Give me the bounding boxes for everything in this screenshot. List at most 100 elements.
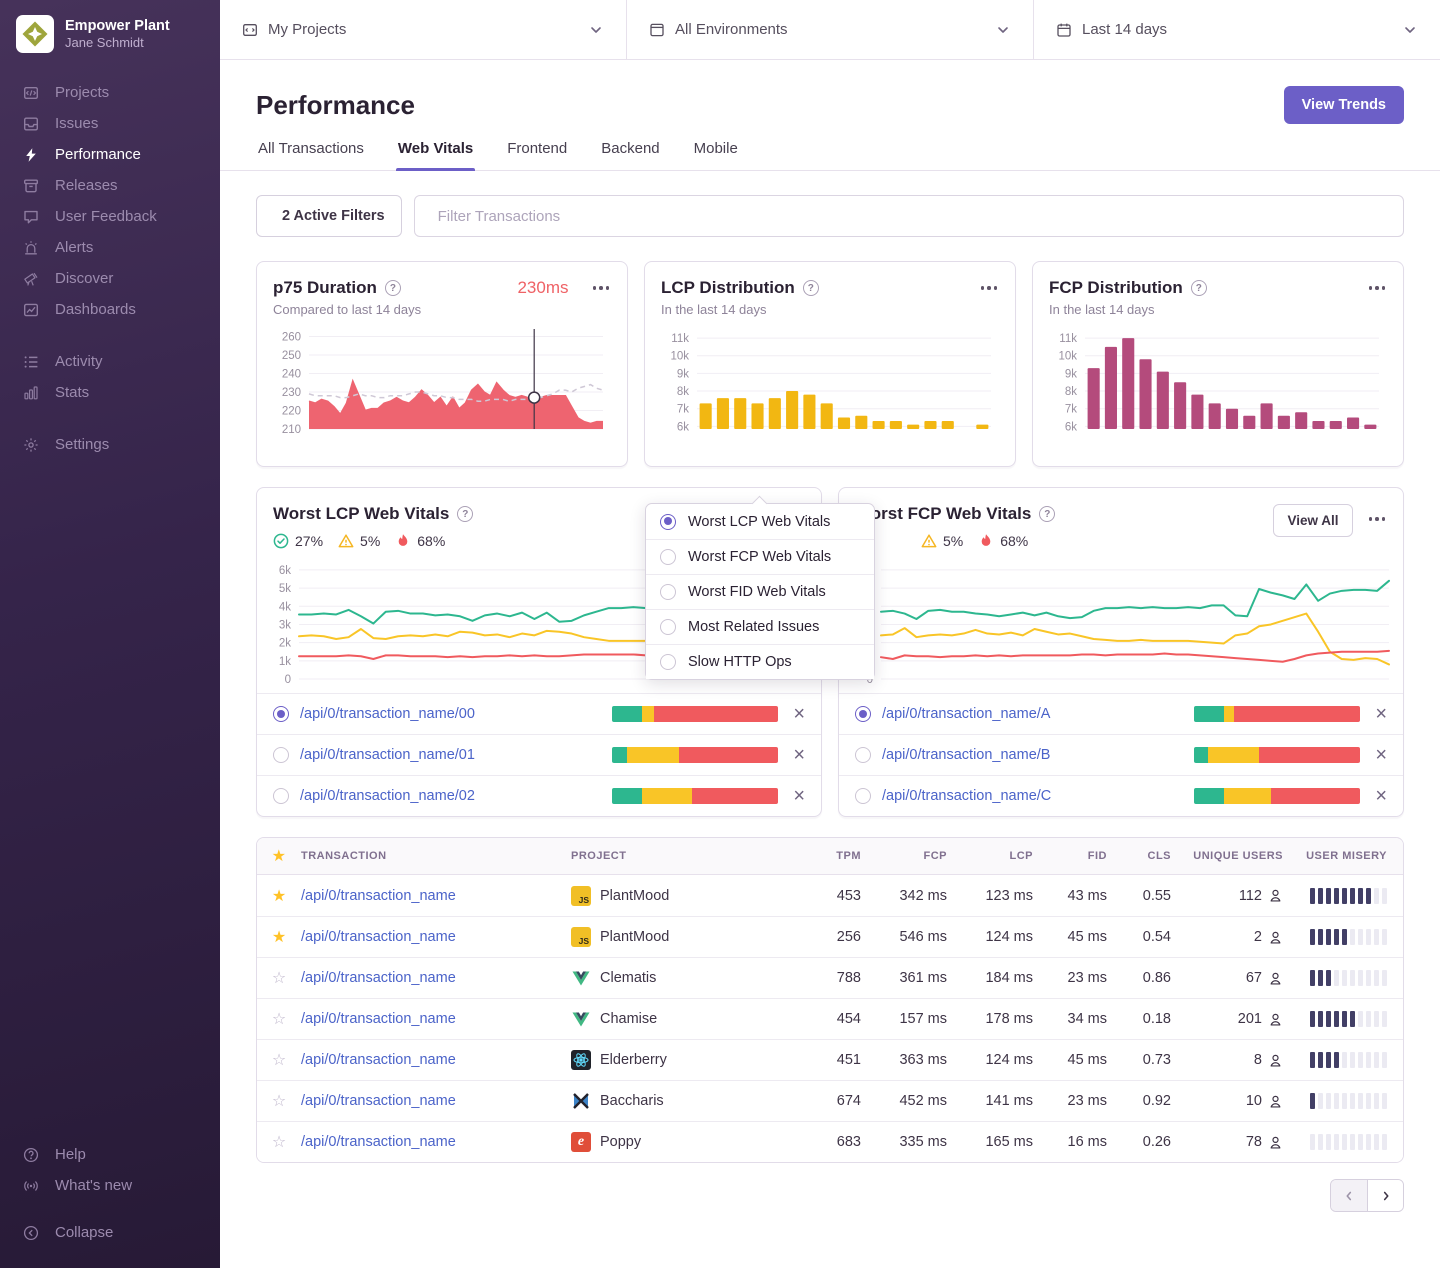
transaction-link[interactable]: /api/0/transaction_name <box>301 929 571 945</box>
transaction-radio[interactable] <box>855 747 871 763</box>
column-header-transaction[interactable]: TRANSACTION <box>301 850 571 862</box>
sidebar-item-discover[interactable]: Discover <box>0 263 220 294</box>
column-header-user-misery[interactable]: USER MISERY <box>1293 850 1403 862</box>
sidebar-item-releases[interactable]: Releases <box>0 170 220 201</box>
sidebar-item-settings[interactable]: Settings <box>0 429 220 460</box>
overflow-menu-icon[interactable] <box>591 282 612 294</box>
overflow-menu-icon[interactable] <box>1367 282 1388 294</box>
p75-duration-chart[interactable]: 260250240230220210 <box>273 325 611 443</box>
project-cell[interactable]: Clematis <box>571 968 811 988</box>
close-icon[interactable]: × <box>793 745 805 765</box>
menu-item-worst-fcp-web-vitals[interactable]: Worst FCP Web Vitals <box>646 539 874 574</box>
sidebar-item-activity[interactable]: Activity <box>0 346 220 377</box>
transaction-link[interactable]: /api/0/transaction_name <box>301 1093 571 1109</box>
transaction-radio[interactable] <box>273 706 289 722</box>
column-header-lcp[interactable]: LCP <box>953 850 1039 862</box>
tab-all-transactions[interactable]: All Transactions <box>256 140 366 170</box>
transaction-radio[interactable] <box>273 788 289 804</box>
sidebar-item-user-feedback[interactable]: User Feedback <box>0 201 220 232</box>
column-header-tpm[interactable]: TPM <box>811 850 867 862</box>
help-icon[interactable] <box>803 280 819 296</box>
transaction-link[interactable]: /api/0/transaction_name/01 <box>300 747 601 763</box>
transaction-radio[interactable] <box>855 788 871 804</box>
menu-item-radio[interactable] <box>660 619 676 635</box>
overflow-menu-icon[interactable] <box>1367 513 1388 525</box>
sidebar-item-issues[interactable]: Issues <box>0 108 220 139</box>
star-toggle[interactable]: ★ <box>257 886 301 906</box>
tab-mobile[interactable]: Mobile <box>692 140 740 170</box>
close-icon[interactable]: × <box>1375 786 1387 806</box>
daterange-selector[interactable]: Last 14 days <box>1033 0 1440 59</box>
project-cell[interactable]: Elderberry <box>571 1050 811 1070</box>
org-switcher[interactable]: Empower Plant Jane Schmidt <box>0 0 220 65</box>
project-selector[interactable]: My Projects <box>220 0 626 59</box>
worst-fcp-web-vitals-chart[interactable]: 6k5k4k3k2k1k0 <box>839 553 1403 693</box>
menu-item-slow-http-ops[interactable]: Slow HTTP Ops <box>646 644 874 679</box>
active-filters-button[interactable]: 2 Active Filters <box>256 195 402 237</box>
help-icon[interactable] <box>1191 280 1207 296</box>
transaction-link[interactable]: /api/0/transaction_name/C <box>882 788 1183 804</box>
menu-item-worst-fid-web-vitals[interactable]: Worst FID Web Vitals <box>646 574 874 609</box>
star-toggle[interactable]: ★ <box>257 927 301 947</box>
project-cell[interactable]: ePoppy <box>571 1132 811 1152</box>
star-toggle[interactable]: ☆ <box>257 1091 301 1111</box>
view-all-button[interactable]: View All <box>1273 504 1352 537</box>
sidebar-item-dashboards[interactable]: Dashboards <box>0 294 220 325</box>
previous-page-button[interactable] <box>1331 1180 1367 1211</box>
star-toggle[interactable]: ☆ <box>257 1050 301 1070</box>
column-header-cls[interactable]: CLS <box>1113 850 1177 862</box>
close-icon[interactable]: × <box>1375 704 1387 724</box>
menu-item-radio[interactable] <box>660 514 676 530</box>
tab-web-vitals[interactable]: Web Vitals <box>396 140 475 170</box>
menu-item-radio[interactable] <box>660 584 676 600</box>
search-input[interactable] <box>438 208 1389 225</box>
transaction-link[interactable]: /api/0/transaction_name <box>301 970 571 986</box>
transaction-radio[interactable] <box>273 747 289 763</box>
lcp-distribution-chart[interactable]: 11k10k9k8k7k6k <box>661 325 999 443</box>
sidebar-item-whats-new[interactable]: What's new <box>0 1170 220 1201</box>
tab-backend[interactable]: Backend <box>599 140 661 170</box>
sidebar-item-alerts[interactable]: Alerts <box>0 232 220 263</box>
next-page-button[interactable] <box>1367 1180 1403 1211</box>
overflow-menu-icon[interactable] <box>979 282 1000 294</box>
transaction-link[interactable]: /api/0/transaction_name <box>301 1011 571 1027</box>
close-icon[interactable]: × <box>793 786 805 806</box>
menu-item-radio[interactable] <box>660 549 676 565</box>
transaction-link[interactable]: /api/0/transaction_name/00 <box>300 706 601 722</box>
sidebar-item-collapse[interactable]: Collapse <box>0 1217 220 1248</box>
fcp-distribution-chart[interactable]: 11k10k9k8k7k6k <box>1049 325 1387 443</box>
close-icon[interactable]: × <box>1375 745 1387 765</box>
star-toggle[interactable]: ☆ <box>257 1132 301 1152</box>
column-header-unique-users[interactable]: UNIQUE USERS <box>1177 850 1293 862</box>
transaction-link[interactable]: /api/0/transaction_name <box>301 888 571 904</box>
help-icon[interactable] <box>457 506 473 522</box>
project-cell[interactable]: Baccharis <box>571 1091 811 1111</box>
project-cell[interactable]: JSPlantMood <box>571 886 811 906</box>
close-icon[interactable]: × <box>793 704 805 724</box>
help-icon[interactable] <box>385 280 401 296</box>
transaction-link[interactable]: /api/0/transaction_name/A <box>882 706 1183 722</box>
menu-item-most-related-issues[interactable]: Most Related Issues <box>646 609 874 644</box>
transaction-link[interactable]: /api/0/transaction_name <box>301 1052 571 1068</box>
menu-item-worst-lcp-web-vitals[interactable]: Worst LCP Web Vitals <box>646 504 874 539</box>
tab-frontend[interactable]: Frontend <box>505 140 569 170</box>
environment-selector[interactable]: All Environments <box>626 0 1033 59</box>
column-header-fid[interactable]: FID <box>1039 850 1113 862</box>
sidebar-item-stats[interactable]: Stats <box>0 377 220 408</box>
sort-star-header[interactable]: ★ <box>257 846 301 866</box>
star-toggle[interactable]: ☆ <box>257 968 301 988</box>
transaction-link[interactable]: /api/0/transaction_name/02 <box>300 788 601 804</box>
sidebar-item-help[interactable]: Help <box>0 1139 220 1170</box>
column-header-fcp[interactable]: FCP <box>867 850 953 862</box>
view-trends-button[interactable]: View Trends <box>1284 86 1404 124</box>
star-toggle[interactable]: ☆ <box>257 1009 301 1029</box>
menu-item-radio[interactable] <box>660 654 676 670</box>
transaction-radio[interactable] <box>855 706 871 722</box>
sidebar-item-performance[interactable]: Performance <box>0 139 220 170</box>
project-cell[interactable]: Chamise <box>571 1009 811 1029</box>
transaction-link[interactable]: /api/0/transaction_name <box>301 1134 571 1150</box>
project-cell[interactable]: JSPlantMood <box>571 927 811 947</box>
sidebar-item-projects[interactable]: Projects <box>0 77 220 108</box>
transaction-link[interactable]: /api/0/transaction_name/B <box>882 747 1183 763</box>
help-icon[interactable] <box>1039 506 1055 522</box>
